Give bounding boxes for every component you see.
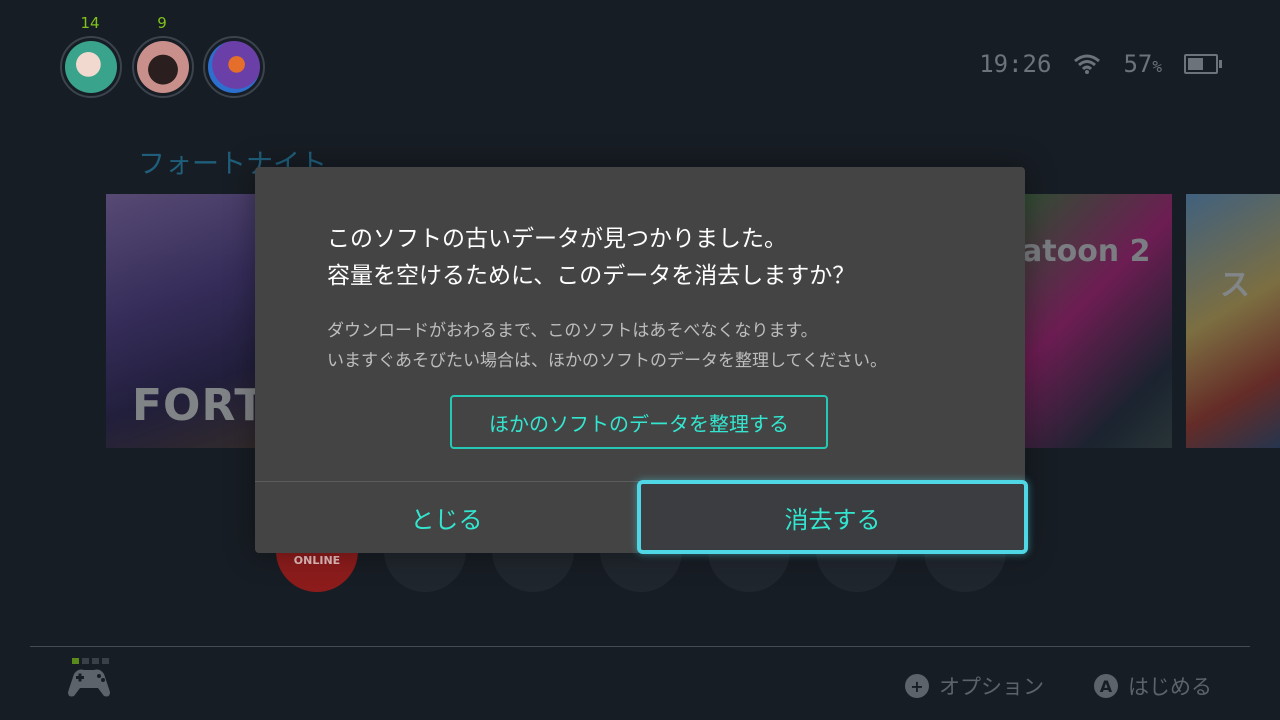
- close-button[interactable]: とじる: [255, 482, 638, 553]
- manage-other-software-data-button[interactable]: ほかのソフトのデータを整理する: [450, 395, 828, 449]
- start-label: はじめる: [1128, 675, 1212, 699]
- options-label: オプション: [939, 675, 1044, 699]
- game-logo: ス: [1220, 268, 1250, 303]
- a-button-icon: A: [1094, 674, 1118, 698]
- plus-button-icon: +: [905, 674, 929, 698]
- user-avatar-2[interactable]: [132, 36, 194, 98]
- options-hint: + オプション: [905, 671, 1044, 701]
- game-tile-smash[interactable]: ス: [1186, 194, 1280, 448]
- user-2-notification-count: 9: [157, 14, 167, 32]
- battery-fill: [1188, 58, 1203, 70]
- status-bar: 19:26 57%: [979, 50, 1222, 78]
- online-label: ONLINE: [293, 554, 341, 567]
- user-1-notification-count: 14: [80, 14, 100, 32]
- delete-button[interactable]: 消去する: [637, 480, 1028, 554]
- avatar: [137, 41, 189, 93]
- avatar: [65, 41, 117, 93]
- game-tile-splatoon[interactable]: atoon 2: [1002, 194, 1172, 448]
- wifi-icon: [1074, 54, 1101, 74]
- dialog-title: このソフトの古いデータが見つかりました。 容量を空けるために、このデータを消去し…: [327, 226, 856, 289]
- dialog-message: ダウンロードがおわるまで、このソフトはあそべなくなります。 いますぐあそびたい場…: [327, 321, 887, 371]
- delete-data-dialog: このソフトの古いデータが見つかりました。 容量を空けるために、このデータを消去し…: [255, 167, 1028, 554]
- avatar: [208, 41, 260, 93]
- game-logo: atoon 2: [1022, 234, 1151, 269]
- clock: 19:26: [979, 50, 1052, 78]
- user-avatar-3[interactable]: [203, 36, 265, 98]
- controller-icon: [68, 669, 110, 697]
- battery-icon: [1184, 54, 1222, 74]
- footer-divider: [30, 646, 1250, 647]
- user-avatar-1[interactable]: [60, 36, 122, 98]
- start-hint: A はじめる: [1094, 671, 1212, 701]
- battery-percent: 57%: [1123, 50, 1162, 78]
